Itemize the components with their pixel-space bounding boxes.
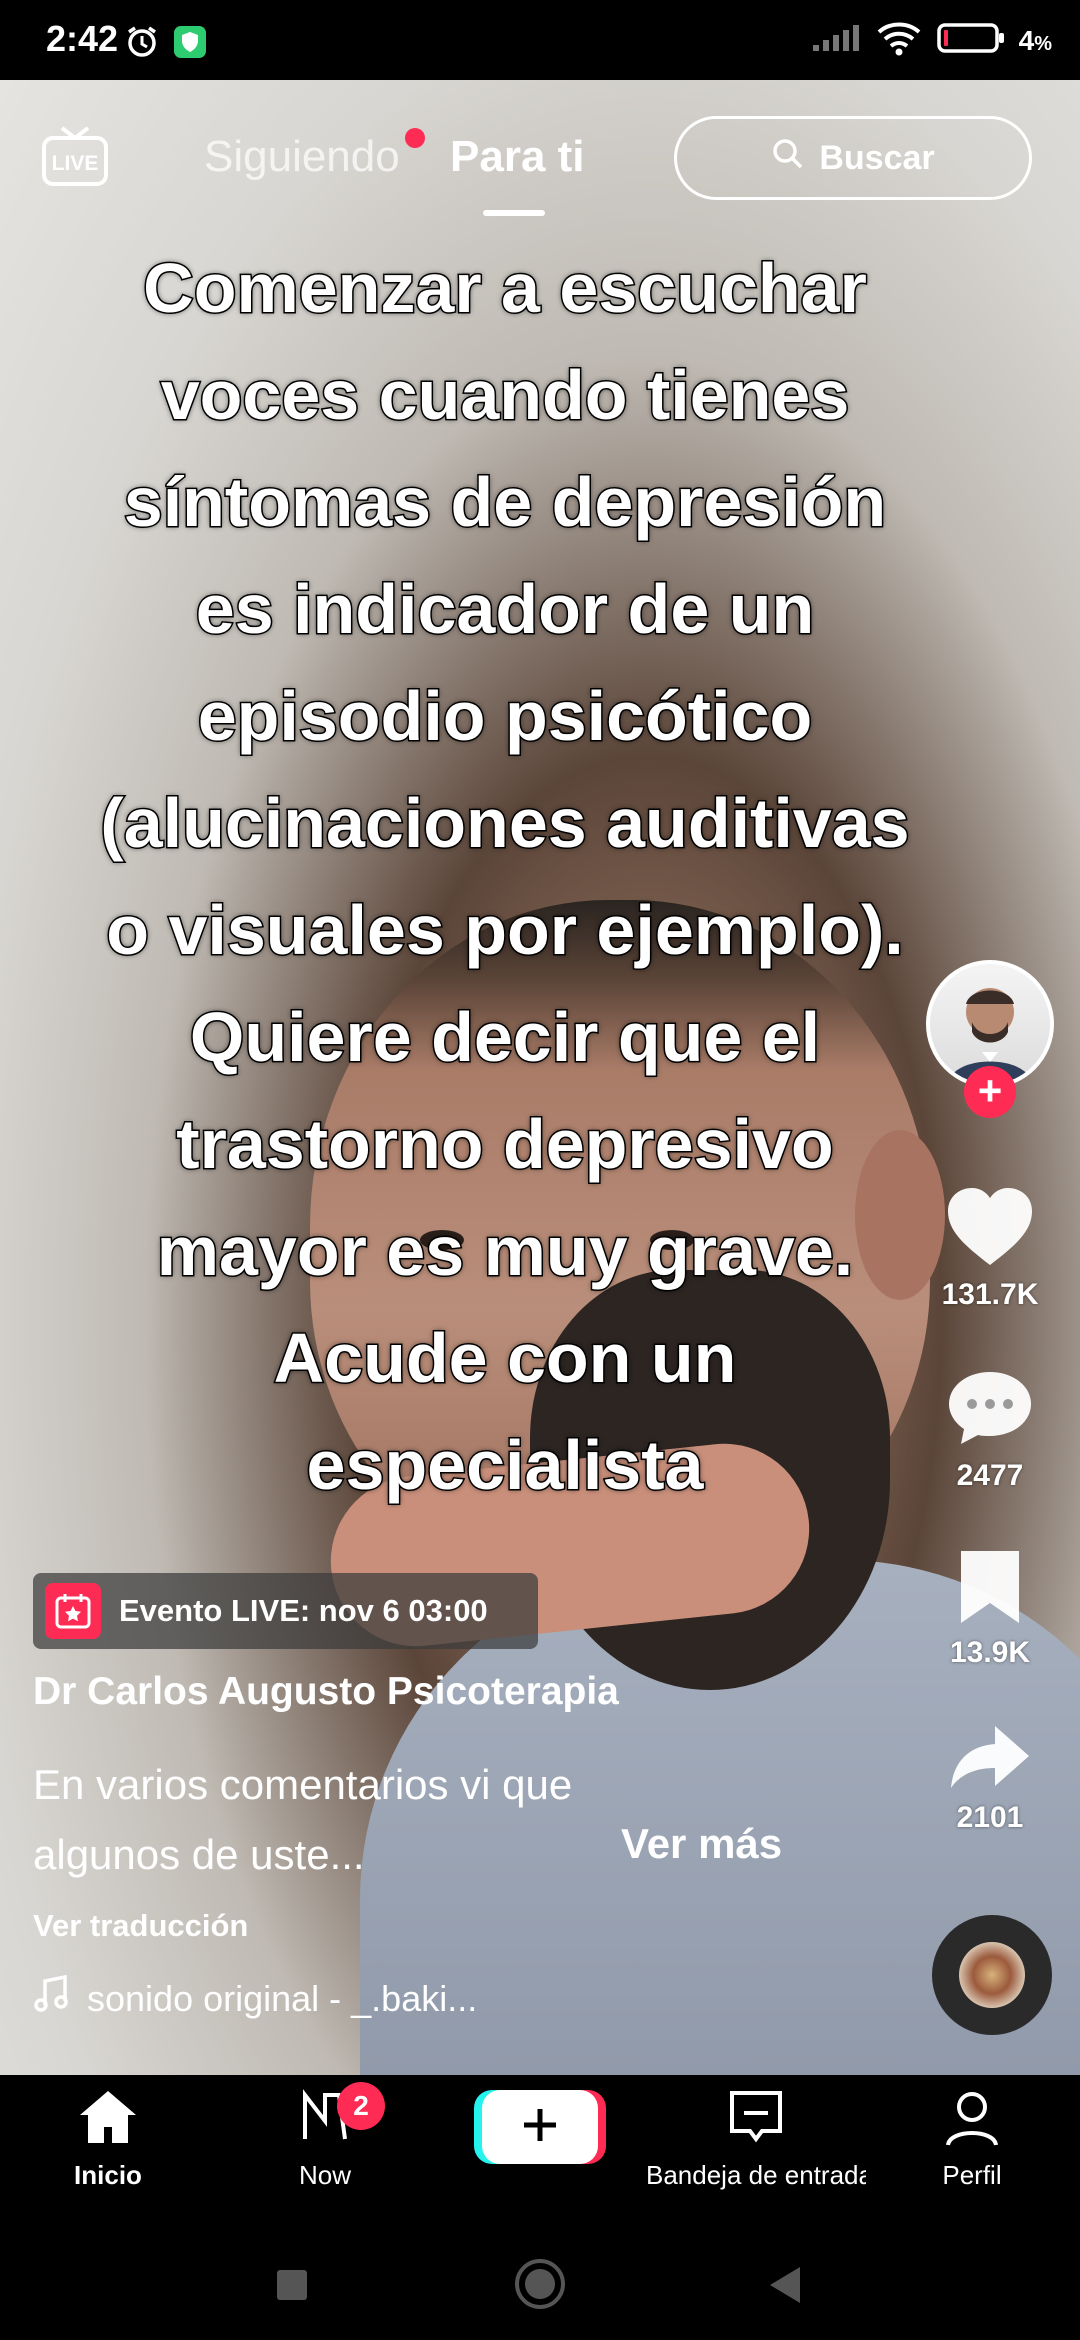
see-more-button[interactable]: Ver más bbox=[621, 1820, 782, 1868]
creator-username[interactable]: Dr Carlos Augusto Psicoterapia bbox=[33, 1670, 619, 1714]
music-info[interactable]: sonido original - _.baki... bbox=[33, 1974, 478, 2022]
overlay-line: o visuales por ejemplo). bbox=[105, 890, 905, 971]
system-nav-bar bbox=[0, 2225, 1080, 2340]
comment-button[interactable]: 2477 bbox=[930, 1366, 1050, 1493]
search-button[interactable]: Buscar bbox=[674, 116, 1032, 200]
comment-icon bbox=[945, 1372, 1035, 1454]
heart-icon bbox=[944, 1188, 1036, 1273]
overlay-line: mayor es muy grave. bbox=[155, 1211, 854, 1292]
overlay-line: especialista bbox=[305, 1425, 705, 1506]
battery-icon bbox=[936, 22, 1005, 59]
status-time: 2:42 bbox=[46, 18, 119, 59]
overlay-line: episodio psicótico bbox=[196, 676, 814, 757]
event-label: Evento LIVE: nov 6 03:00 bbox=[119, 1593, 488, 1628]
music-title: sonido original - _.baki... bbox=[87, 1977, 478, 2019]
like-count: 131.7K bbox=[941, 1278, 1039, 1311]
alarm-icon bbox=[124, 24, 160, 65]
nav-home[interactable]: Inicio bbox=[8, 2087, 208, 2191]
music-note-icon bbox=[33, 1974, 69, 2022]
overlay-line: Acude con un bbox=[272, 1318, 738, 1399]
recent-apps-icon[interactable] bbox=[274, 2267, 310, 2308]
bookmark-icon bbox=[953, 1551, 1027, 1631]
overlay-line: Comenzar a escuchar bbox=[142, 248, 869, 329]
nav-now[interactable]: Now bbox=[225, 2087, 425, 2191]
search-label: Buscar bbox=[819, 138, 935, 177]
overlay-line: voces cuando tienes bbox=[159, 355, 851, 436]
save-count: 13.9K bbox=[949, 1636, 1031, 1669]
status-bar: 2:42 4% bbox=[0, 0, 1080, 80]
overlay-line: es indicador de un bbox=[194, 569, 815, 650]
overlay-line: Quiere decir que el bbox=[188, 997, 821, 1078]
live-icon[interactable]: LIVE bbox=[40, 120, 110, 195]
back-icon[interactable] bbox=[766, 2265, 804, 2310]
nav-now-label: Now bbox=[298, 2160, 351, 2190]
active-tab-indicator bbox=[483, 210, 545, 216]
video-overlay-text: Comenzar a escuchar voces cuando tienes … bbox=[30, 235, 980, 1519]
nav-home-label: Inicio bbox=[74, 2160, 142, 2190]
svg-text:LIVE: LIVE bbox=[52, 152, 99, 175]
music-disc[interactable] bbox=[932, 1915, 1052, 2035]
nav-profile[interactable]: Perfil bbox=[872, 2087, 1072, 2191]
battery-percent: 4% bbox=[1018, 24, 1052, 56]
home-button-icon[interactable] bbox=[513, 2257, 567, 2316]
inbox-icon bbox=[726, 2091, 786, 2151]
caption-line: En varios comentarios vi que bbox=[33, 1761, 573, 1808]
now-icon bbox=[295, 2089, 355, 2151]
profile-icon bbox=[942, 2092, 1002, 2151]
tab-for-you[interactable]: Para ti bbox=[450, 132, 585, 182]
see-translation-button[interactable]: Ver traducción bbox=[33, 1908, 248, 1944]
home-icon bbox=[76, 2091, 140, 2151]
video-caption[interactable]: En varios comentarios vi que algunos de … bbox=[33, 1750, 693, 1890]
music-cover bbox=[959, 1942, 1025, 2008]
comment-count: 2477 bbox=[956, 1459, 1024, 1492]
overlay-line: (alucinaciones auditivas bbox=[99, 783, 911, 864]
share-button[interactable]: 2101 bbox=[930, 1722, 1050, 1835]
overlay-line: síntomas de depresión bbox=[122, 462, 887, 543]
nav-inbox-label: Bandeja de entrada bbox=[646, 2160, 866, 2190]
share-count: 2101 bbox=[956, 1801, 1024, 1834]
live-event-badge[interactable]: Evento LIVE: nov 6 03:00 bbox=[33, 1573, 538, 1649]
share-icon bbox=[947, 1726, 1033, 1796]
plus-icon bbox=[520, 2105, 560, 2150]
now-badge: 2 bbox=[337, 2082, 385, 2130]
notification-dot bbox=[405, 128, 425, 148]
like-button[interactable]: 131.7K bbox=[930, 1185, 1050, 1312]
calendar-star-icon bbox=[45, 1583, 101, 1639]
top-nav: LIVE Siguiendo Para ti Buscar bbox=[0, 80, 1080, 230]
search-icon bbox=[771, 137, 805, 180]
signal-icon bbox=[811, 23, 861, 58]
caption-line: algunos de uste... bbox=[33, 1831, 365, 1878]
nav-inbox[interactable]: Bandeja de entrada bbox=[646, 2087, 866, 2191]
save-button[interactable]: 13.9K bbox=[930, 1545, 1050, 1670]
tab-following[interactable]: Siguiendo bbox=[204, 132, 400, 182]
create-button[interactable] bbox=[482, 2090, 598, 2164]
nav-profile-label: Perfil bbox=[942, 2160, 1002, 2190]
wifi-icon bbox=[875, 20, 923, 61]
shield-icon bbox=[172, 24, 208, 65]
overlay-line: trastorno depresivo bbox=[175, 1104, 835, 1185]
follow-button[interactable]: + bbox=[964, 1066, 1016, 1118]
